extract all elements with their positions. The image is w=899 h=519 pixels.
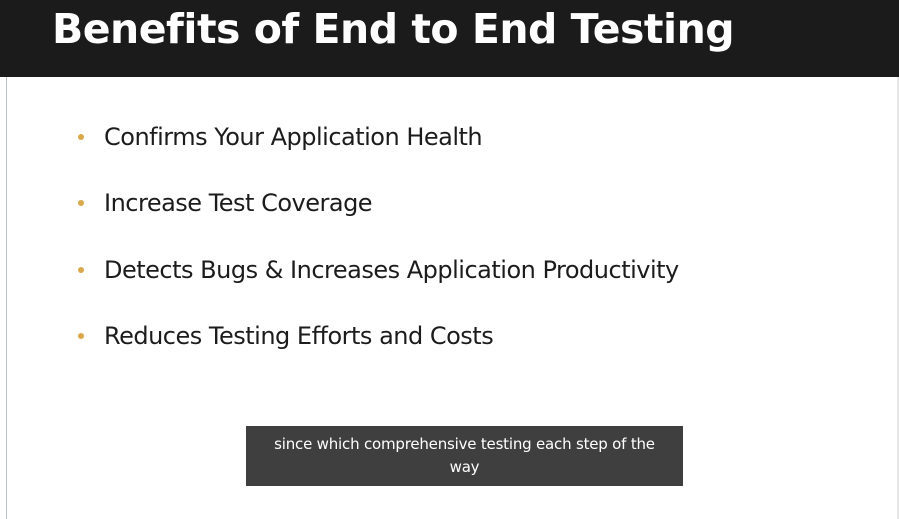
slide-title: Benefits of End to End Testing — [52, 5, 735, 53]
subtitle-caption: since which comprehensive testing each s… — [246, 426, 683, 486]
bullet-dot-icon — [78, 134, 84, 140]
bullet-dot-icon — [78, 333, 84, 339]
bullet-text: Reduces Testing Efforts and Costs — [104, 322, 494, 350]
bullet-dot-icon — [78, 267, 84, 273]
bullet-text: Increase Test Coverage — [104, 189, 373, 217]
bullet-text: Confirms Your Application Health — [104, 123, 483, 151]
title-bar: Benefits of End to End Testing — [0, 0, 899, 77]
bullet-text: Detects Bugs & Increases Application Pro… — [104, 256, 679, 284]
bullet-dot-icon — [78, 200, 84, 206]
caption-text: since which comprehensive testing each s… — [274, 435, 655, 476]
left-divider-line — [6, 77, 7, 519]
